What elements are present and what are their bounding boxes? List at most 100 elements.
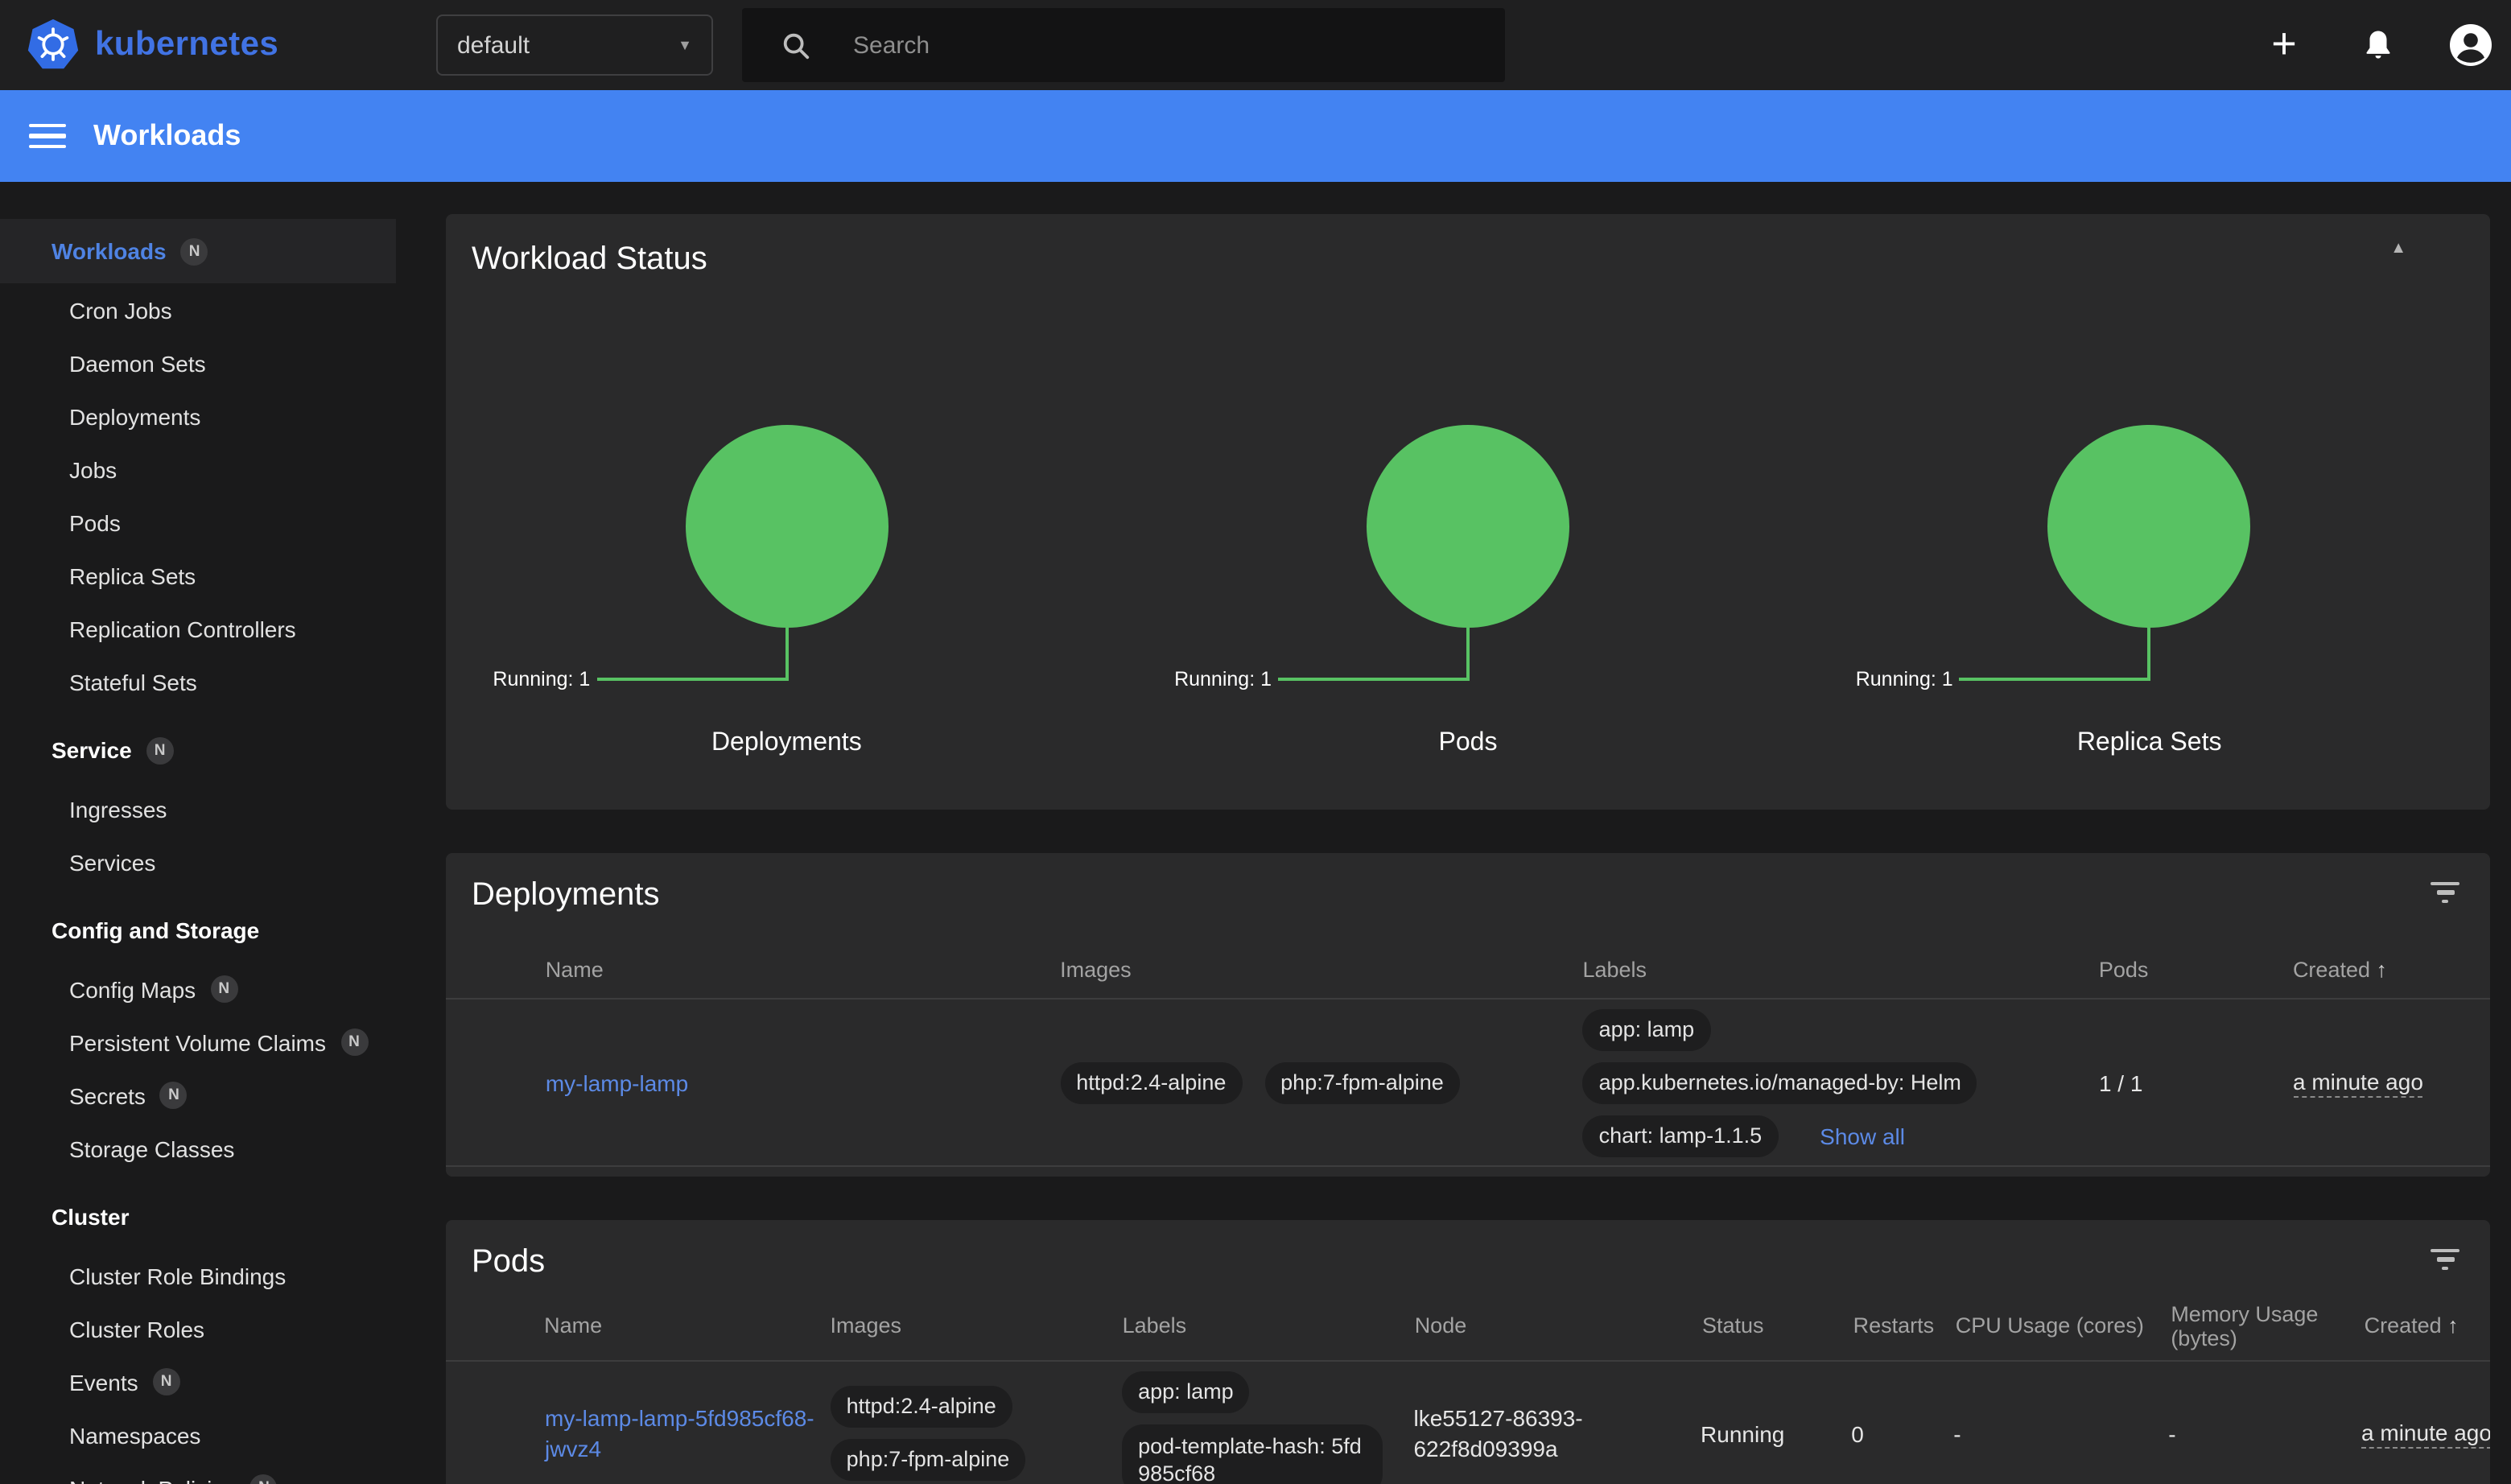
avatar-icon <box>2448 23 2493 68</box>
column-header-name[interactable]: Name <box>546 958 1060 982</box>
column-header-node[interactable]: Node <box>1415 1313 1702 1338</box>
sidebar-item-network-policies[interactable]: Network Policies N <box>0 1461 418 1484</box>
label-chip: chart: lamp-1.1.5 <box>1583 1115 1779 1156</box>
sidebar-item-storage-classes[interactable]: Storage Classes <box>0 1122 418 1175</box>
chevron-down-icon: ▼ <box>678 37 692 53</box>
sidebar-item-replication-controllers[interactable]: Replication Controllers <box>0 602 418 655</box>
namespaced-badge: N <box>210 975 237 1003</box>
sidebar-section-config-and-storage: Config and Storage <box>0 898 418 963</box>
relative-time: a minute ago <box>2293 1068 2423 1097</box>
sidebar-item-events[interactable]: Events N <box>0 1355 418 1408</box>
labels-cell: app: lamp app.kubernetes.io/managed-by: … <box>1583 1008 2099 1156</box>
pie-leader-line <box>596 678 786 681</box>
notifications-button[interactable] <box>2350 18 2405 72</box>
sidebar-section-cluster: Cluster <box>0 1185 418 1249</box>
sidebar-item-cron-jobs[interactable]: Cron Jobs <box>0 283 418 336</box>
created-cell: a minute ago <box>2293 1068 2490 1097</box>
pie-slice-running <box>2048 425 2251 628</box>
sidebar-item-services[interactable]: Services <box>0 835 418 888</box>
search-bar[interactable] <box>742 8 1505 82</box>
column-header-labels[interactable]: Labels <box>1123 1313 1415 1338</box>
kubernetes-logo[interactable]: kubernetes <box>26 16 278 74</box>
namespace-selector[interactable]: default ▼ <box>436 14 713 76</box>
sort-ascending-icon: ↑ <box>2377 958 2388 982</box>
relative-time: a minute ago <box>2361 1419 2490 1448</box>
sidebar-section-service: Service N <box>0 718 418 782</box>
namespace-selected-value: default <box>457 31 678 59</box>
sort-ascending-icon: ↑ <box>2447 1313 2459 1338</box>
sidebar-item-stateful-sets[interactable]: Stateful Sets <box>0 655 418 708</box>
column-header-status[interactable]: Status <box>1702 1313 1853 1338</box>
column-header-pods[interactable]: Pods <box>2099 958 2293 982</box>
sidebar-item-jobs[interactable]: Jobs <box>0 443 418 496</box>
sidebar-item-deployments[interactable]: Deployments <box>0 390 418 443</box>
pod-name-cell: my-lamp-lamp-5fd985cf68-jwvz4 <box>545 1403 831 1464</box>
node-cell: lke55127-86393-622f8d09399a <box>1413 1403 1701 1464</box>
filter-icon[interactable] <box>2429 882 2461 908</box>
sidebar-item-namespaces[interactable]: Namespaces <box>0 1408 418 1461</box>
pie-chart-title: Replica Sets <box>1808 729 2490 758</box>
deployment-link[interactable]: my-lamp-lamp <box>546 1070 688 1095</box>
sidebar-item-replica-sets[interactable]: Replica Sets <box>0 549 418 602</box>
label-chip: app: lamp <box>1583 1008 1711 1050</box>
sidebar-item-cluster-roles[interactable]: Cluster Roles <box>0 1302 418 1355</box>
column-header-name[interactable]: Name <box>544 1313 830 1338</box>
main-content: Workload Status ▲ Running: 1 Deployments… <box>446 182 2490 1484</box>
sidebar-item-pods[interactable]: Pods <box>0 496 418 549</box>
user-menu-button[interactable] <box>2443 18 2498 72</box>
column-header-created[interactable]: Created ↑ <box>2365 1313 2490 1338</box>
image-chip: php:7-fpm-alpine <box>831 1439 1026 1481</box>
deployments-card: Deployments Name Images Labels Pods Crea… <box>446 853 2490 1177</box>
images-cell: httpd:2.4-alpine php:7-fpm-alpine <box>1060 1061 1582 1103</box>
pie-slice-running <box>1367 425 1569 628</box>
plus-icon: + <box>2271 22 2297 65</box>
namespaced-badge: N <box>160 1082 188 1109</box>
labels-cell: app: lamp pod-template-hash: 5fd985cf68 <box>1122 1371 1413 1484</box>
label-chip: app: lamp <box>1122 1371 1250 1413</box>
search-icon <box>781 30 811 60</box>
column-header-images[interactable]: Images <box>1060 958 1582 982</box>
pod-row: my-lamp-lamp-5fd985cf68-jwvz4 httpd:2.4-… <box>446 1362 2490 1484</box>
column-header-restarts[interactable]: Restarts <box>1853 1313 1956 1338</box>
sidebar-item-workloads[interactable]: Workloads N <box>0 219 396 283</box>
sidebar-item-config-maps[interactable]: Config Maps N <box>0 963 418 1016</box>
add-resource-button[interactable]: + <box>2257 18 2311 72</box>
deployment-row: my-lamp-lamp httpd:2.4-alpine php:7-fpm-… <box>446 1000 2490 1167</box>
replica-sets-pie-chart: Running: 1 Replica Sets <box>1808 425 2490 779</box>
sidebar-group-service: Service N Ingresses Services <box>0 718 418 888</box>
sidebar-item-secrets[interactable]: Secrets N <box>0 1069 418 1122</box>
images-cell: httpd:2.4-alpine php:7-fpm-alpine <box>831 1386 1122 1481</box>
column-header-memory-usage[interactable]: Memory Usage (bytes) <box>2171 1301 2364 1350</box>
label-chip: app.kubernetes.io/managed-by: Helm <box>1583 1061 1977 1103</box>
sidebar-nav: Workloads N Cron Jobs Daemon Sets Deploy… <box>0 182 418 1484</box>
page-header-bar: Workloads <box>0 90 2511 182</box>
filter-icon[interactable] <box>2429 1249 2461 1275</box>
column-header-images[interactable]: Images <box>830 1313 1122 1338</box>
sidebar-item-daemon-sets[interactable]: Daemon Sets <box>0 336 418 390</box>
collapse-card-button[interactable]: ▲ <box>2390 240 2406 258</box>
namespaced-badge: N <box>181 237 208 265</box>
pod-status-cell: Running <box>1701 1420 1851 1446</box>
sidebar-item-persistent-volume-claims[interactable]: Persistent Volume Claims N <box>0 1016 418 1069</box>
bell-icon <box>2361 27 2394 63</box>
sidebar-item-cluster-role-bindings[interactable]: Cluster Role Bindings <box>0 1249 418 1302</box>
deployments-card-title: Deployments <box>446 853 2490 917</box>
pods-card-title: Pods <box>446 1220 2490 1284</box>
pie-leader-line <box>785 628 788 681</box>
menu-toggle-button[interactable] <box>29 123 66 149</box>
column-header-created[interactable]: Created ↑ <box>2293 958 2490 982</box>
search-input[interactable] <box>811 30 1505 60</box>
top-app-bar: kubernetes default ▼ + <box>0 0 2511 90</box>
pods-table-header: Name Images Labels Node Status Restarts … <box>446 1291 2490 1362</box>
namespaced-badge: N <box>153 1368 180 1395</box>
column-header-cpu-usage[interactable]: CPU Usage (cores) <box>1956 1313 2171 1338</box>
pod-link[interactable]: my-lamp-lamp-5fd985cf68-jwvz4 <box>545 1403 818 1464</box>
label-chip: pod-template-hash: 5fd985cf68 <box>1122 1424 1383 1484</box>
pie-leader-line <box>2148 628 2151 681</box>
show-all-labels-link[interactable]: Show all <box>1820 1123 1905 1148</box>
workload-status-title: Workload Status <box>446 214 2490 282</box>
column-header-labels[interactable]: Labels <box>1582 958 2098 982</box>
page-title: Workloads <box>93 119 241 153</box>
sidebar-item-ingresses[interactable]: Ingresses <box>0 782 418 835</box>
deployment-name-cell: my-lamp-lamp <box>546 1070 1060 1095</box>
